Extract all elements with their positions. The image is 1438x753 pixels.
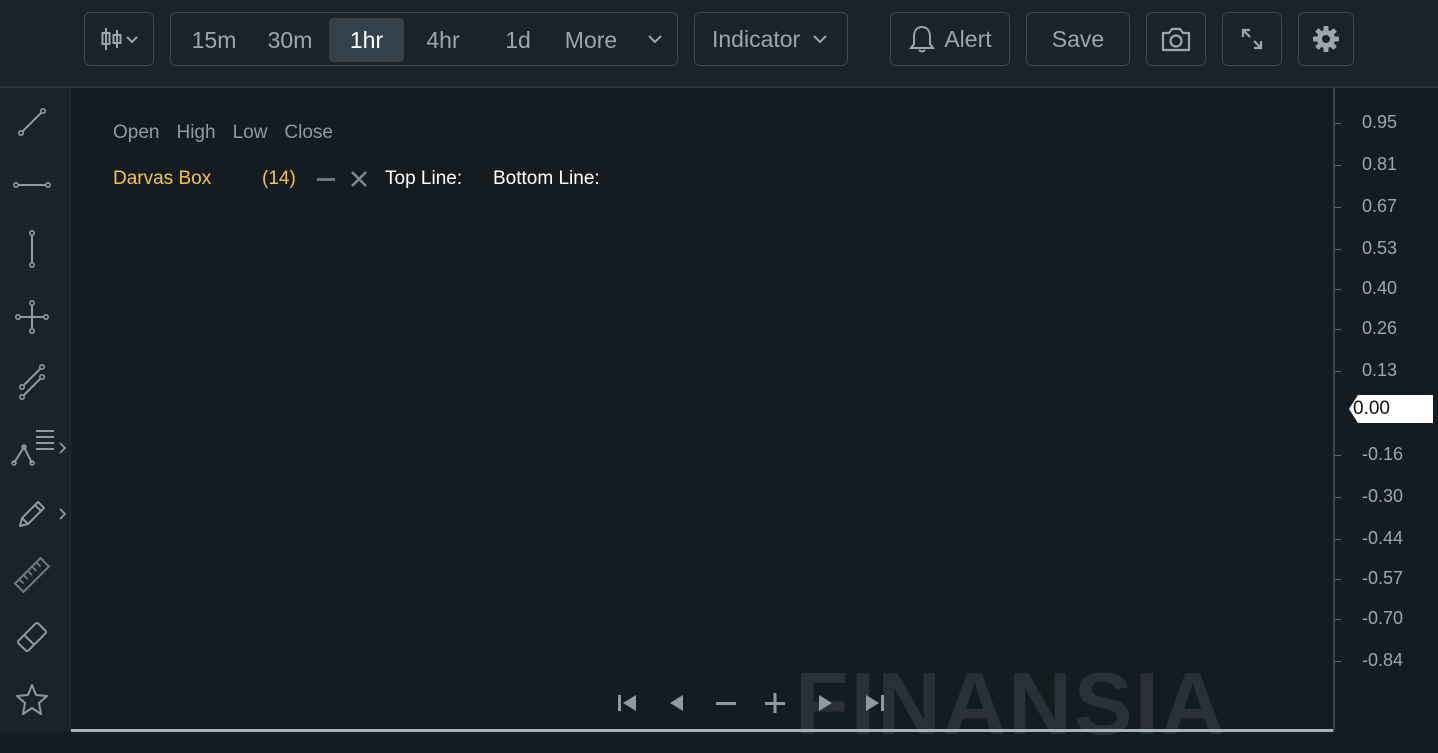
timeframe-group: 15m 30m 1hr 4hr 1d More bbox=[170, 12, 678, 66]
price-label: 0.40 bbox=[1362, 278, 1398, 298]
close-icon[interactable] bbox=[349, 169, 369, 189]
scroll-right-icon[interactable] bbox=[810, 688, 840, 718]
price-label: 0.13 bbox=[1362, 360, 1398, 380]
pencil-icon bbox=[19, 501, 45, 527]
candlestick-icon bbox=[101, 28, 138, 50]
go-to-end-icon[interactable] bbox=[860, 688, 890, 718]
settings-button[interactable] bbox=[1298, 12, 1354, 66]
price-label: -0.57 bbox=[1362, 568, 1404, 588]
brush-tool[interactable] bbox=[10, 492, 54, 536]
favorites-tool[interactable] bbox=[10, 678, 54, 722]
bottom-line-label: Bottom Line: bbox=[493, 168, 600, 189]
price-label: 0.67 bbox=[1362, 196, 1398, 216]
indicator-param[interactable]: (14) bbox=[262, 168, 296, 190]
price-axis[interactable]: 0.95 0.81 0.67 0.53 0.40 0.26 0.13 0.00 … bbox=[1333, 88, 1438, 732]
tab-15m[interactable]: 15m bbox=[179, 18, 249, 62]
price-label: -0.84 bbox=[1362, 650, 1404, 670]
indicator-label: Indicator bbox=[712, 25, 801, 52]
drawing-toolbar bbox=[0, 88, 71, 732]
top-toolbar: 15m 30m 1hr 4hr 1d More Indicator Alert … bbox=[0, 0, 1438, 88]
tab-30m[interactable]: 30m bbox=[255, 18, 325, 62]
chevron-right-icon[interactable] bbox=[58, 441, 68, 455]
bell-icon bbox=[909, 25, 936, 53]
parallel-channel-icon bbox=[19, 364, 45, 400]
ohlc-low-label: Low bbox=[232, 122, 268, 143]
zoom-in-icon[interactable] bbox=[760, 688, 790, 718]
price-label: 0.95 bbox=[1362, 112, 1398, 132]
zoom-out-icon[interactable] bbox=[711, 688, 741, 718]
parallel-channel-tool[interactable] bbox=[10, 359, 54, 403]
ohlc-close-label: Close bbox=[284, 122, 333, 143]
fibonacci-icon bbox=[11, 430, 54, 466]
tab-4hr[interactable]: 4hr bbox=[409, 18, 477, 62]
price-label: -0.16 bbox=[1362, 444, 1404, 464]
price-label: -0.70 bbox=[1362, 608, 1404, 628]
ohlc-high-label: High bbox=[176, 122, 216, 143]
chevron-right-icon[interactable] bbox=[58, 507, 68, 521]
indicator-hide-button[interactable] bbox=[317, 178, 335, 181]
go-to-start-icon[interactable] bbox=[612, 688, 642, 718]
measure-tool[interactable] bbox=[10, 553, 54, 597]
camera-icon bbox=[1161, 27, 1191, 52]
price-label: 0.81 bbox=[1362, 154, 1398, 174]
ohlc-open-label: Open bbox=[113, 122, 160, 143]
fibonacci-tool[interactable] bbox=[10, 425, 54, 469]
price-label: -0.30 bbox=[1362, 486, 1404, 506]
eraser-tool[interactable] bbox=[10, 615, 54, 659]
snapshot-button[interactable] bbox=[1146, 12, 1206, 66]
chevron-down-icon[interactable] bbox=[647, 32, 663, 46]
scroll-left-icon[interactable] bbox=[662, 688, 692, 718]
price-label: 0.53 bbox=[1362, 238, 1398, 258]
tab-1d[interactable]: 1d bbox=[485, 18, 551, 62]
save-label: Save bbox=[1051, 25, 1105, 52]
expand-icon bbox=[1241, 28, 1263, 50]
tab-1hr[interactable]: 1hr bbox=[329, 18, 404, 62]
top-line-label: Top Line: bbox=[385, 168, 463, 189]
cross-line-tool[interactable] bbox=[10, 295, 54, 339]
alert-button[interactable]: Alert bbox=[890, 12, 1010, 66]
save-button[interactable]: Save bbox=[1026, 12, 1130, 66]
ruler-icon bbox=[13, 556, 51, 594]
star-icon bbox=[16, 684, 48, 715]
vertical-line-tool[interactable] bbox=[10, 227, 54, 271]
eraser-icon bbox=[16, 621, 48, 653]
horizontal-line-icon bbox=[12, 181, 51, 188]
fullscreen-button[interactable] bbox=[1222, 12, 1282, 66]
trend-line-tool[interactable] bbox=[10, 100, 54, 144]
horizontal-line-tool[interactable] bbox=[10, 163, 54, 207]
chart-area[interactable]: Open High Low Close Darvas Box (14) Top Lin… bbox=[71, 88, 1333, 748]
trend-line-icon bbox=[18, 108, 46, 136]
crosshair-line-icon bbox=[15, 300, 49, 334]
vertical-line-icon bbox=[28, 229, 35, 268]
ohlc-legend: Open High Low Close bbox=[113, 122, 350, 144]
gear-icon bbox=[1313, 26, 1339, 52]
chart-type-button[interactable] bbox=[84, 12, 154, 66]
more-timeframes-button[interactable]: More bbox=[555, 18, 627, 62]
price-label: 0.26 bbox=[1362, 318, 1398, 338]
indicator-name[interactable]: Darvas Box bbox=[113, 168, 211, 190]
chevron-down-icon bbox=[813, 35, 827, 44]
current-price-marker: 0.00 bbox=[1349, 395, 1433, 423]
indicator-button[interactable]: Indicator bbox=[694, 12, 848, 66]
price-label: -0.44 bbox=[1362, 528, 1404, 548]
alert-label: Alert bbox=[944, 25, 992, 52]
